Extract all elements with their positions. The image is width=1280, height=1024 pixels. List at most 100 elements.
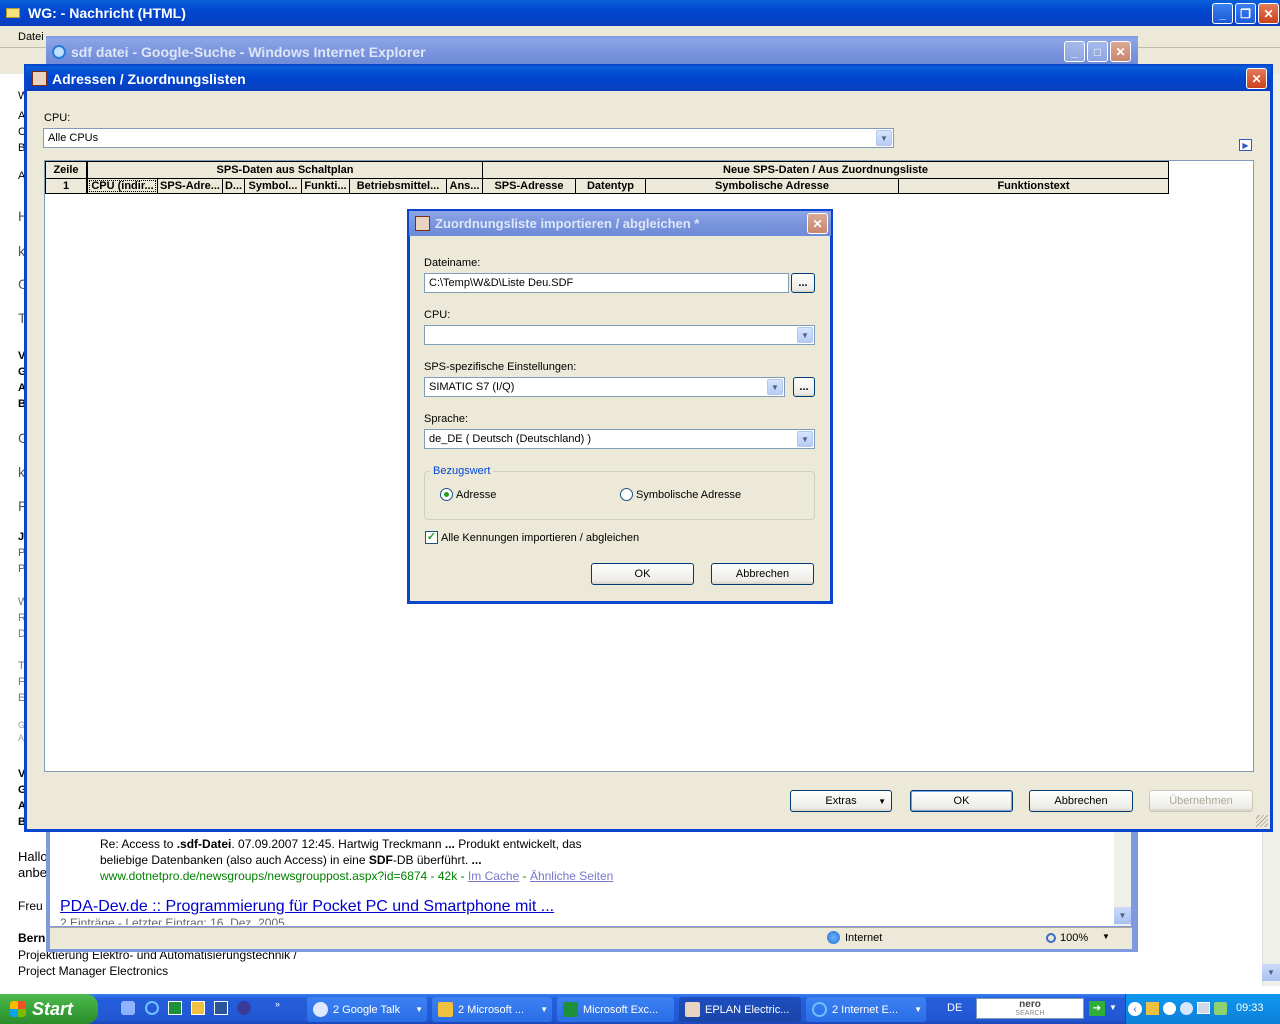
plc-settings-select[interactable]: SIMATIC S7 (I/Q) ▼ — [424, 377, 785, 397]
tray-expand-icon[interactable]: ‹ — [1128, 1002, 1142, 1016]
ie-close-button[interactable]: ✕ — [1110, 41, 1131, 62]
scroll-down-icon[interactable]: ▼ — [1114, 907, 1131, 924]
outlook-close-button[interactable]: ✕ — [1258, 3, 1279, 24]
input-language[interactable]: DE — [947, 1002, 962, 1014]
grid-header-zeile[interactable]: Zeile — [45, 161, 87, 179]
plc-settings-button[interactable]: ... — [793, 377, 815, 397]
outlook-icon — [438, 1002, 453, 1017]
main-dialog-title: Adressen / Zuordnungslisten — [52, 70, 246, 87]
browse-file-button[interactable]: ... — [791, 273, 815, 293]
outlook-menu-datei[interactable]: Datei — [18, 31, 44, 43]
taskbar-eplan[interactable]: EPLAN Electric... — [679, 997, 801, 1022]
grid-col-function-text[interactable]: Funktionstext — [898, 178, 1169, 194]
chevron-down-icon[interactable]: ▼ — [1109, 1003, 1117, 1012]
cache-link[interactable]: Im Cache — [468, 869, 519, 883]
chat-icon — [313, 1002, 328, 1017]
filename-input[interactable]: C:\Temp\W&D\Liste Deu.SDF — [424, 273, 789, 293]
quicklaunch-expand-icon[interactable]: » — [275, 999, 280, 1009]
search-result-title-link[interactable]: PDA-Dev.de :: Programmierung für Pocket … — [60, 898, 554, 916]
tray-network-icon[interactable] — [1214, 1002, 1227, 1015]
start-button[interactable]: Start — [0, 994, 98, 1024]
dialog-cpu-label: CPU: — [424, 309, 451, 321]
cpu-label: CPU: — [44, 112, 71, 124]
chevron-down-icon: ▼ — [415, 1005, 423, 1014]
chevron-down-icon[interactable]: ▼ — [797, 431, 813, 447]
chevron-down-icon[interactable]: ▼ — [767, 379, 783, 395]
radio-selected-dot — [444, 492, 449, 497]
grid-row-number: 1 — [45, 178, 87, 194]
grid-col-function[interactable]: Funkti... — [301, 178, 350, 194]
import-dialog-titlebar: Zuordnungsliste importieren / abgleichen… — [409, 211, 831, 236]
tray-outlook-icon[interactable] — [1146, 1002, 1159, 1015]
grid-col-new-sps-address[interactable]: SPS-Adresse — [482, 178, 576, 194]
tray-user-icon[interactable] — [1180, 1002, 1193, 1015]
import-all-checkbox[interactable]: ✓ — [425, 531, 438, 544]
quicklaunch-icon[interactable] — [121, 1001, 135, 1015]
search-result-snippet: beliebige Datenbanken (also auch Access)… — [100, 853, 482, 867]
radio-symbolic[interactable] — [620, 488, 633, 501]
taskbar-excel[interactable]: Microsoft Exc... — [557, 997, 674, 1022]
go-arrow-icon[interactable]: ➔ — [1089, 1001, 1105, 1016]
grid-col-cpu[interactable]: CPU (indir... — [87, 178, 158, 194]
main-cancel-button[interactable]: Abbrechen — [1029, 790, 1133, 812]
main-ok-button[interactable]: OK — [910, 790, 1013, 812]
main-dialog-close-button[interactable]: ✕ — [1246, 68, 1267, 89]
import-all-label[interactable]: Alle Kennungen importieren / abgleichen — [441, 532, 639, 544]
grid-col-datatype[interactable]: Datentyp — [575, 178, 646, 194]
nero-search-box[interactable]: nero SEARCH — [976, 998, 1084, 1019]
import-ok-button[interactable]: OK — [591, 563, 694, 585]
outlook-body-text: anbe — [18, 865, 47, 880]
ie-titlebar: sdf datei - Google-Suche - Windows Inter… — [46, 38, 1138, 66]
cpu-select[interactable]: Alle CPUs ▼ — [43, 128, 894, 148]
chevron-down-icon[interactable]: ▼ — [797, 327, 813, 343]
language-select[interactable]: de_DE ( Deutsch (Deutschland) ) ▼ — [424, 429, 815, 449]
scroll-down-icon[interactable]: ▼ — [1262, 964, 1280, 981]
grid-col-device[interactable]: Betriebsmittel... — [349, 178, 447, 194]
word-quicklaunch-icon[interactable] — [214, 1001, 228, 1015]
taskbar-google-talk[interactable]: 2 Google Talk ▼ — [307, 997, 427, 1022]
dialog-cpu-select[interactable]: ▼ — [424, 325, 815, 345]
tray-chat-icon[interactable] — [1163, 1002, 1176, 1015]
media-quicklaunch-icon[interactable] — [237, 1001, 251, 1015]
import-dialog-close-button[interactable]: ✕ — [807, 213, 828, 234]
ie-window-title: sdf datei - Google-Suche - Windows Inter… — [71, 44, 426, 60]
excel-quicklaunch-icon[interactable] — [168, 1001, 182, 1015]
radio-symbolic-label[interactable]: Symbolische Adresse — [636, 489, 741, 501]
ie-statusbar — [50, 927, 1132, 949]
search-result-snippet: Re: Access to .sdf-Datei. 07.09.2007 12:… — [100, 837, 582, 851]
outlook-restore-button[interactable]: ❐ — [1235, 3, 1256, 24]
resize-grip-icon[interactable] — [1256, 815, 1268, 827]
ie-quicklaunch-icon[interactable] — [145, 1001, 159, 1015]
taskbar-microsoft[interactable]: 2 Microsoft ... ▼ — [432, 997, 552, 1022]
tray-monitor-icon[interactable] — [1197, 1002, 1210, 1014]
eplan-icon — [685, 1002, 700, 1017]
reference-group-label: Bezugswert — [430, 465, 494, 477]
ie-minimize-button[interactable]: _ — [1064, 41, 1085, 62]
taskbar-internet-explorer[interactable]: 2 Internet E... ▼ — [806, 997, 926, 1022]
grid-col-symbolic-address[interactable]: Symbolische Adresse — [645, 178, 899, 194]
clock[interactable]: 09:33 — [1236, 1002, 1264, 1014]
outlook-minimize-button[interactable]: _ — [1212, 3, 1233, 24]
plc-settings-label: SPS-spezifische Einstellungen: — [424, 361, 577, 373]
import-cancel-button[interactable]: Abbrechen — [711, 563, 814, 585]
grid-col-symbol[interactable]: Symbol... — [244, 178, 302, 194]
zoom-level[interactable]: 100% — [1060, 932, 1088, 944]
extras-button[interactable]: Extras ▼ — [790, 790, 892, 812]
grid-col-connection[interactable]: Ans... — [446, 178, 483, 194]
app-icon — [32, 71, 47, 86]
grid-group-left: SPS-Daten aus Schaltplan — [87, 161, 483, 179]
panel-toggle-icon[interactable]: ▶ — [1239, 139, 1252, 151]
globe-icon — [827, 931, 840, 944]
grid-col-d[interactable]: D... — [222, 178, 245, 194]
chevron-down-icon[interactable]: ▼ — [1102, 932, 1110, 941]
chevron-down-icon[interactable]: ▼ — [876, 130, 892, 146]
grid-col-sps-address[interactable]: SPS-Adre... — [157, 178, 223, 194]
apply-button[interactable]: Übernehmen — [1149, 790, 1253, 812]
import-dialog-title: Zuordnungsliste importieren / abgleichen… — [435, 216, 700, 231]
radio-address-label[interactable]: Adresse — [456, 489, 496, 501]
similar-pages-link[interactable]: Ähnliche Seiten — [530, 869, 613, 883]
chevron-down-icon: ▼ — [914, 1005, 922, 1014]
outlook-quicklaunch-icon[interactable] — [191, 1001, 205, 1015]
ie-maximize-button[interactable]: □ — [1087, 41, 1108, 62]
outlook-body-text: Bern — [18, 931, 46, 945]
